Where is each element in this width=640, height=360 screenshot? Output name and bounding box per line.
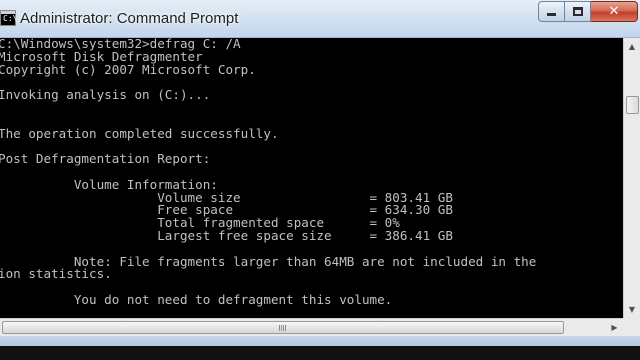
- window-title: Administrator: Command Prompt: [20, 10, 239, 27]
- console-line: Copyright (c) 2007 Microsoft Corp.: [0, 61, 256, 77]
- scroll-grip-icon: [279, 325, 287, 331]
- close-button[interactable]: ✕: [591, 1, 638, 22]
- title-bar[interactable]: C:\ Administrator: Command Prompt ✕: [0, 0, 640, 38]
- window-bottom-frame: [0, 336, 640, 346]
- console-output[interactable]: C:\Windows\system32>defrag C: /A Microso…: [0, 38, 623, 318]
- scrollbar-corner: [623, 318, 640, 336]
- console-line: Largest free space size = 386.41 GB: [157, 227, 453, 243]
- vertical-scrollbar[interactable]: ▲ ▼: [623, 38, 640, 318]
- console-line: Invoking analysis on (C:)...: [0, 87, 211, 103]
- console-line: The operation completed successfully.: [0, 125, 279, 141]
- console-line: Post Defragmentation Report:: [0, 151, 211, 167]
- vertical-scroll-thumb[interactable]: [626, 96, 639, 114]
- minimize-button[interactable]: [538, 1, 565, 22]
- console-text: C:\Windows\system32>defrag C: /A Microso…: [0, 38, 536, 307]
- desktop-background: [0, 346, 640, 360]
- scroll-right-arrow-icon[interactable]: ▶: [606, 319, 623, 336]
- console-line: ion statistics.: [0, 266, 112, 282]
- command-prompt-icon[interactable]: C:\: [0, 10, 18, 26]
- horizontal-scrollbar[interactable]: ◀ ▶: [0, 318, 623, 336]
- minimize-icon: [547, 13, 556, 16]
- scroll-down-arrow-icon[interactable]: ▼: [624, 301, 640, 318]
- scroll-up-arrow-icon[interactable]: ▲: [624, 38, 640, 55]
- horizontal-scroll-thumb[interactable]: [2, 321, 564, 334]
- command-prompt-window: C:\ Administrator: Command Prompt ✕ C:\W…: [0, 0, 640, 360]
- maximize-icon: [572, 7, 583, 16]
- app-icon-label: C:\: [3, 14, 18, 23]
- console-line: You do not need to defragment this volum…: [73, 291, 393, 307]
- caption-buttons: ✕: [538, 1, 638, 22]
- close-icon: ✕: [608, 4, 620, 19]
- maximize-button[interactable]: [565, 1, 591, 22]
